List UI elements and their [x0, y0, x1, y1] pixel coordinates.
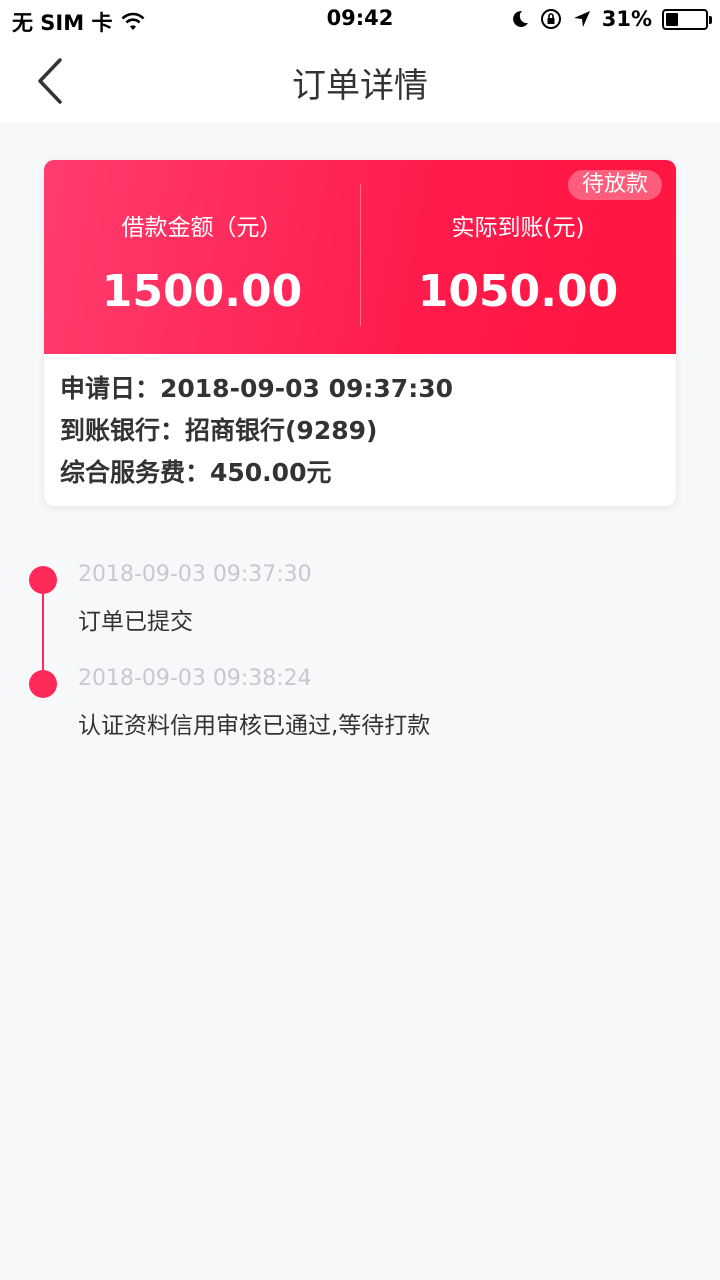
back-button[interactable] [30, 56, 70, 106]
actual-amount-label: 实际到账(元) [451, 215, 585, 241]
loan-amount-block: 借款金额（元） 1500.00 [44, 160, 360, 354]
location-arrow-icon [573, 11, 590, 27]
timeline-dot [29, 566, 57, 594]
order-amount-header: 借款金额（元） 1500.00 实际到账(元) 1050.00 待放款 [44, 160, 676, 354]
battery-fill [666, 12, 678, 26]
loan-amount-value: 1500.00 [101, 266, 303, 317]
status-badge: 待放款 [567, 170, 662, 200]
timeline-dot [29, 670, 57, 698]
chevron-left-icon [38, 58, 62, 104]
carrier-label: 无 SIM 卡 [12, 11, 113, 35]
bank-row: 到账银行：招商银行(9289) [60, 416, 378, 445]
battery-icon [662, 8, 712, 30]
service-fee-row: 综合服务费：450.00元 [60, 458, 332, 487]
timeline-time: 2018-09-03 09:38:24 [78, 666, 312, 691]
battery-percent: 31% [601, 7, 652, 31]
order-info: 申请日：2018-09-03 09:37:30 到账银行：招商银行(9289) … [60, 368, 453, 494]
order-card: 借款金额（元） 1500.00 实际到账(元) 1050.00 待放款 申请日：… [44, 160, 676, 506]
actual-amount-value: 1050.00 [417, 266, 619, 317]
wifi-icon [122, 12, 145, 30]
moon-icon [512, 10, 528, 27]
timeline-text: 认证资料信用审核已通过,等待打款 [78, 713, 431, 739]
timeline-time: 2018-09-03 09:37:30 [78, 562, 312, 587]
status-right: 31% [510, 7, 712, 31]
status-bar: 无 SIM 卡 09:42 31% [0, 0, 720, 40]
nav-bar: 订单详情 [0, 40, 720, 122]
timeline-text: 订单已提交 [78, 609, 193, 635]
loan-amount-label: 借款金额（元） [121, 215, 283, 241]
apply-date-row: 申请日：2018-09-03 09:37:30 [60, 374, 453, 403]
page-title: 订单详情 [292, 66, 428, 106]
rotation-lock-icon [540, 9, 561, 29]
status-left: 无 SIM 卡 [12, 7, 146, 37]
